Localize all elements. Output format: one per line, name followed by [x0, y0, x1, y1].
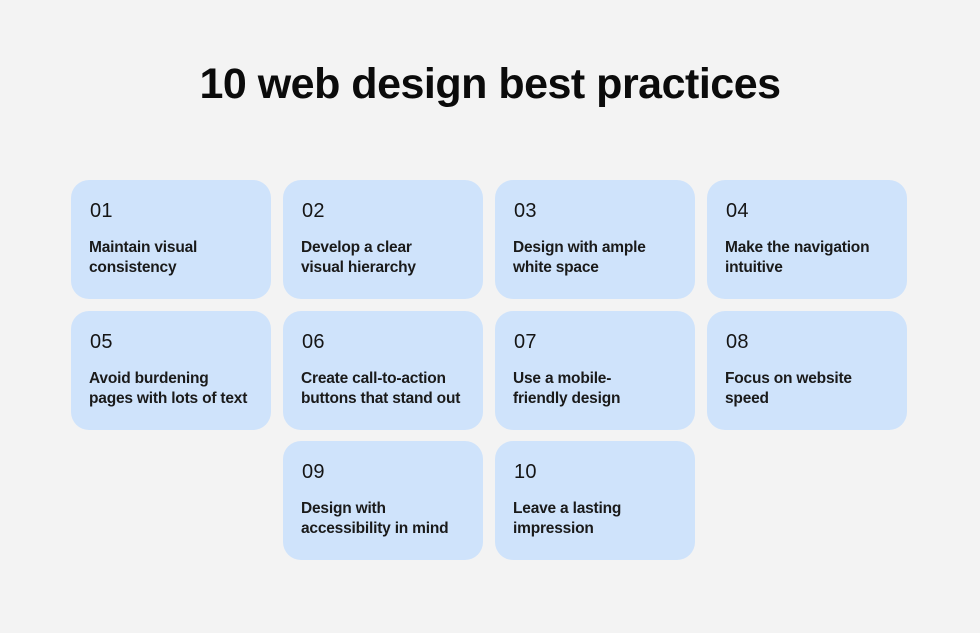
practice-text: Design with ample white space: [513, 238, 693, 278]
practice-text-line: buttons that stand out: [301, 390, 461, 407]
practice-text-line: pages with lots of text: [89, 390, 248, 407]
practice-number: 06: [302, 331, 325, 353]
practice-card: 01 Maintain visual consistency: [71, 180, 271, 299]
practice-number: 04: [726, 200, 749, 222]
practice-card: 06 Create call-to-action buttons that st…: [283, 311, 483, 430]
practice-text-line: Avoid burdening: [89, 370, 209, 387]
practice-text: Create call-to-action buttons that stand…: [301, 369, 481, 409]
practice-number: 10: [514, 461, 537, 483]
practice-card: 04 Make the navigation intuitive: [707, 180, 907, 299]
practice-text: Maintain visual consistency: [89, 238, 269, 278]
practice-number: 01: [90, 200, 113, 222]
practice-number: 02: [302, 200, 325, 222]
practice-card: 05 Avoid burdening pages with lots of te…: [71, 311, 271, 430]
practice-text: Design with accessibility in mind: [301, 499, 481, 539]
practice-card: 03 Design with ample white space: [495, 180, 695, 299]
practice-number: 05: [90, 331, 113, 353]
practice-text: Develop a clear visual hierarchy: [301, 238, 481, 278]
practice-card: 02 Develop a clear visual hierarchy: [283, 180, 483, 299]
practice-text-line: white space: [513, 259, 599, 276]
practice-text-line: Use a mobile-: [513, 370, 612, 387]
practice-text: Avoid burdening pages with lots of text: [89, 369, 269, 409]
practice-number: 07: [514, 331, 537, 353]
practice-text: Leave a lasting impression: [513, 499, 693, 539]
practice-text-line: impression: [513, 520, 594, 537]
practice-text: Focus on website speed: [725, 369, 905, 409]
practice-text-line: intuitive: [725, 259, 783, 276]
practice-card: 10 Leave a lasting impression: [495, 441, 695, 560]
practice-text-line: Maintain visual: [89, 239, 198, 256]
practice-card: 08 Focus on website speed: [707, 311, 907, 430]
practice-text-line: Develop a clear: [301, 239, 412, 256]
practice-text-line: consistency: [89, 259, 177, 276]
practice-text-line: Leave a lasting: [513, 500, 622, 517]
practice-number: 08: [726, 331, 749, 353]
practice-text-line: friendly design: [513, 390, 621, 407]
practice-text-line: visual hierarchy: [301, 259, 416, 276]
practice-text-line: accessibility in mind: [301, 520, 449, 537]
practice-text-line: Design with ample: [513, 239, 646, 256]
practice-card: 07 Use a mobile- friendly design: [495, 311, 695, 430]
practice-text-line: Make the navigation: [725, 239, 870, 256]
practice-text: Make the navigation intuitive: [725, 238, 905, 278]
practice-text-line: Create call-to-action: [301, 370, 446, 387]
practice-text: Use a mobile- friendly design: [513, 369, 693, 409]
practice-text-line: speed: [725, 390, 769, 407]
practice-number: 03: [514, 200, 537, 222]
practice-text-line: Focus on website: [725, 370, 852, 387]
practice-number: 09: [302, 461, 325, 483]
practice-card: 09 Design with accessibility in mind: [283, 441, 483, 560]
practice-text-line: Design with: [301, 500, 386, 517]
page-title: 10 web design best practices: [199, 60, 781, 108]
